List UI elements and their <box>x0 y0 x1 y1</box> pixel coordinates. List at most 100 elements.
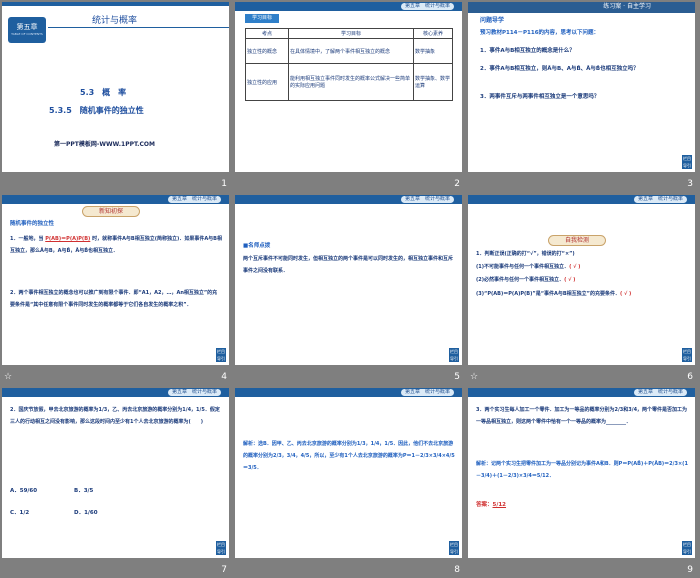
question-3: 3．两事件互斥与两事件相互独立是一个意思吗？ <box>480 94 600 100</box>
table-cell: 独立性的概念 <box>245 38 289 64</box>
slide-thumbnail-6[interactable]: 第五章 统计与概率 自我检测 1．判断正误(正确的打“√”，错误的打“×”) (… <box>466 193 699 385</box>
slide-number: 9 <box>687 565 693 575</box>
option-b: B．3/5 <box>74 488 94 494</box>
answer-label: 答案： <box>476 502 493 508</box>
nav-button[interactable]: 栏目导引 <box>216 541 226 555</box>
slide-3: 练习案 · 自主学习 问题导学 预习教材P114－P116的内容，思考以下问题：… <box>468 2 695 172</box>
table-row: 独立性的概念 在具体情境中，了解两个事件相互独立的概念 数学抽象 <box>245 38 453 64</box>
chapter-title: 统计与概率 <box>92 16 138 26</box>
exercise-item: (3)“P(AB)＝P(A)P(B)”是“事件A与B相互独立”的充要条件．( √… <box>476 288 688 300</box>
slide-1: 第五章 TABLE OF CONTENTS 统计与概率 5.3 概 率 5.3.… <box>2 2 229 172</box>
exercise-question: 3．两个实习生每人加工一个零件．加工为一等品的概率分别为2/3和3/4，两个零件… <box>476 407 688 425</box>
section-banner: 自我检测 <box>548 235 606 246</box>
solution-text: 解析：记两个实习生把零件加工为一等品分别记为事件A和B．则P＝P(AB̄)＋P(… <box>476 461 688 479</box>
slide-7: 第五章 统计与概率 2．国庆节放假，甲去北京旅游的概率为1/3，乙、丙去北京旅游… <box>2 388 229 558</box>
section-banner: 新知初探 <box>82 206 140 217</box>
table-cell: 能利用相互独立事件同时发生的概率公式解决一些简单的实际应用问题 <box>288 63 414 101</box>
slide-6: 第五章 统计与概率 自我检测 1．判断正误(正确的打“√”，错误的打“×”) (… <box>468 195 695 365</box>
option-c: C．1/2 <box>10 510 30 516</box>
slide-thumbnail-5[interactable]: 第五章 统计与概率 ■名师点拨 两个互斥事件不可能同时发生，但相互独立的两个事件… <box>233 193 466 385</box>
tip-text: 两个互斥事件不可能同时发生，但相互独立的两个事件是可以同时发生的，相互独立事件和… <box>243 256 454 274</box>
nav-button[interactable]: 栏目导引 <box>682 155 692 169</box>
question-2: 2．事件A与B相互独立，则Ā与B、A与B̄、Ā与B̄也相互独立吗？ <box>480 66 639 72</box>
table-header: 考点 <box>245 28 289 39</box>
title-rule <box>48 27 229 28</box>
exercise-question: 2．国庆节放假，甲去北京旅游的概率为1/3，乙、丙去北京旅游的概率分别为1/4，… <box>10 407 220 425</box>
slide-thumbnail-8[interactable]: 第五章 统计与概率 解析：选B．因甲、乙、丙去北京旅游的概率分别为1/3，1/4… <box>233 386 466 578</box>
exercise-item-text: (3)“P(AB)＝P(A)P(B)”是“事件A与B相互独立”的充要条件． <box>476 291 620 297</box>
topic-title: 随机事件的独立性 <box>10 221 55 227</box>
exercise-item-text: (1)不可能事件与任何一个事件相互独立． <box>476 264 570 270</box>
slide-2: 第五章 统计与概率 学习目标 考点 学习目标 核心素养 独立性的概念 在具体情境… <box>235 2 462 172</box>
nav-button[interactable]: 栏目导引 <box>682 541 692 555</box>
slide-5: 第五章 统计与概率 ■名师点拨 两个互斥事件不可能同时发生，但相互独立的两个事件… <box>235 195 462 365</box>
section-title: 5.3 概 率 <box>80 88 127 97</box>
star-icon: ☆ <box>470 372 479 382</box>
exercise-item: (2)必然事件与任何一个事件相互独立．( √ ) <box>476 275 688 285</box>
chapter-chip: 第五章 统计与概率 <box>633 196 687 203</box>
slide-thumbnail-4[interactable]: 第五章 统计与概率 新知初探 随机事件的独立性 1．一般地，当 P(AB)＝P(… <box>0 193 233 385</box>
slide-4: 第五章 统计与概率 新知初探 随机事件的独立性 1．一般地，当 P(AB)＝P(… <box>2 195 229 365</box>
exercise-answer: ( √ ) <box>569 264 581 270</box>
slide-number: 4 <box>221 372 227 382</box>
tip-title: ■名师点拨 <box>243 243 271 249</box>
chapter-chip: 第五章 统计与概率 <box>633 389 687 396</box>
table-cell: 在具体情境中，了解两个事件相互独立的概念 <box>288 38 414 64</box>
nav-button[interactable]: 栏目导引 <box>682 348 692 362</box>
exercise-answer: ( √ ) <box>564 277 576 283</box>
table-cell: 数学抽象 <box>413 38 453 64</box>
slide-number: 6 <box>687 372 693 382</box>
slide-thumbnail-7[interactable]: 第五章 统计与概率 2．国庆节放假，甲去北京旅游的概率为1/3，乙、丙去北京旅游… <box>0 386 233 578</box>
answer-value: 5/12 <box>492 502 507 508</box>
slide-number: 7 <box>221 565 227 575</box>
slide-thumbnail-3[interactable]: 练习案 · 自主学习 问题导学 预习教材P114－P116的内容，思考以下问题：… <box>466 0 699 192</box>
exercise-answer: ( √ ) <box>619 291 632 297</box>
top-bar <box>468 2 695 13</box>
exercise-item: (1)不可能事件与任何一个事件相互独立．( √ ) <box>476 262 688 272</box>
chapter-badge-text: 第五章 <box>16 23 38 31</box>
footer-text: 第一PPT模板网-WWW.1PPT.COM <box>54 141 155 148</box>
slide-number: 5 <box>454 372 460 382</box>
chapter-chip: 第五章 统计与概率 <box>167 389 221 396</box>
slide-9: 第五章 统计与概率 3．两个实习生每人加工一个零件．加工为一等品的概率分别为2/… <box>468 388 695 558</box>
table-cell: 独立性的应用 <box>245 63 289 101</box>
star-icon: ☆ <box>4 372 13 382</box>
nav-button[interactable]: 栏目导引 <box>216 348 226 362</box>
slide-thumbnail-9[interactable]: 第五章 统计与概率 3．两个实习生每人加工一个零件．加工为一等品的概率分别为2/… <box>466 386 699 578</box>
chapter-badge: 第五章 TABLE OF CONTENTS <box>8 17 46 43</box>
table-header: 学习目标 <box>288 28 414 39</box>
table-header-row: 考点 学习目标 核心素养 <box>245 28 453 39</box>
nav-button[interactable]: 栏目导引 <box>449 541 459 555</box>
answer-line: 答案：5/12 <box>476 500 506 510</box>
intro-text: 预习教材P114－P116的内容，思考以下问题： <box>480 30 600 36</box>
chapter-chip: 第五章 统计与概率 <box>400 196 454 203</box>
slide-8: 第五章 统计与概率 解析：选B．因甲、乙、丙去北京旅游的概率分别为1/3，1/4… <box>235 388 462 558</box>
table-cell: 数学抽象、数学运算 <box>413 63 453 101</box>
paragraph-1: 1．一般地，当 P(AB)＝P(A)P(B) 时，就称事件A与B相互独立(简称独… <box>10 233 222 257</box>
question-1: 1．事件A与B相互独立的概念是什么？ <box>480 48 575 54</box>
chapter-chip: 练习案 · 自主学习 <box>603 3 651 10</box>
chapter-badge-sub: TABLE OF CONTENTS <box>11 32 43 36</box>
option-a: A．59/60 <box>10 488 38 494</box>
exercise-item-text: (2)必然事件与任何一个事件相互独立． <box>476 277 565 283</box>
slide-thumbnail-2[interactable]: 第五章 统计与概率 学习目标 考点 学习目标 核心素养 独立性的概念 在具体情境… <box>233 0 466 192</box>
nav-button[interactable]: 栏目导引 <box>449 348 459 362</box>
paragraph-1-lead: 1．一般地，当 <box>10 236 44 242</box>
exercise-question: 1．判断正误(正确的打“√”，错误的打“×”) <box>476 251 575 257</box>
chapter-chip: 第五章 统计与概率 <box>400 389 454 396</box>
top-stripe <box>2 2 229 6</box>
subsection-title: 5.3.5 随机事件的独立性 <box>49 106 144 115</box>
solution-text: 解析：选B．因甲、乙、丙去北京旅游的概率分别为1/3，1/4，1/5．因此，他们… <box>243 441 455 471</box>
table-header: 核心素养 <box>413 28 453 39</box>
goals-table: 考点 学习目标 核心素养 独立性的概念 在具体情境中，了解两个事件相互独立的概念… <box>245 28 453 101</box>
heading: 问题导学 <box>480 17 505 24</box>
independence-formula: P(AB)＝P(A)P(B) <box>45 236 91 242</box>
slide-number: 1 <box>221 179 227 189</box>
slide-number: 2 <box>454 179 460 189</box>
chapter-chip: 第五章 统计与概率 <box>400 3 454 10</box>
slide-number: 3 <box>687 179 693 189</box>
slide-number: 8 <box>454 565 460 575</box>
slide-thumbnail-1[interactable]: 第五章 TABLE OF CONTENTS 统计与概率 5.3 概 率 5.3.… <box>0 0 233 192</box>
paragraph-2: 2．两个事件相互独立的概念也可以推广到有限个事件．即“A1，A2，…，An相互独… <box>10 290 218 308</box>
option-d: D．1/60 <box>74 510 98 516</box>
